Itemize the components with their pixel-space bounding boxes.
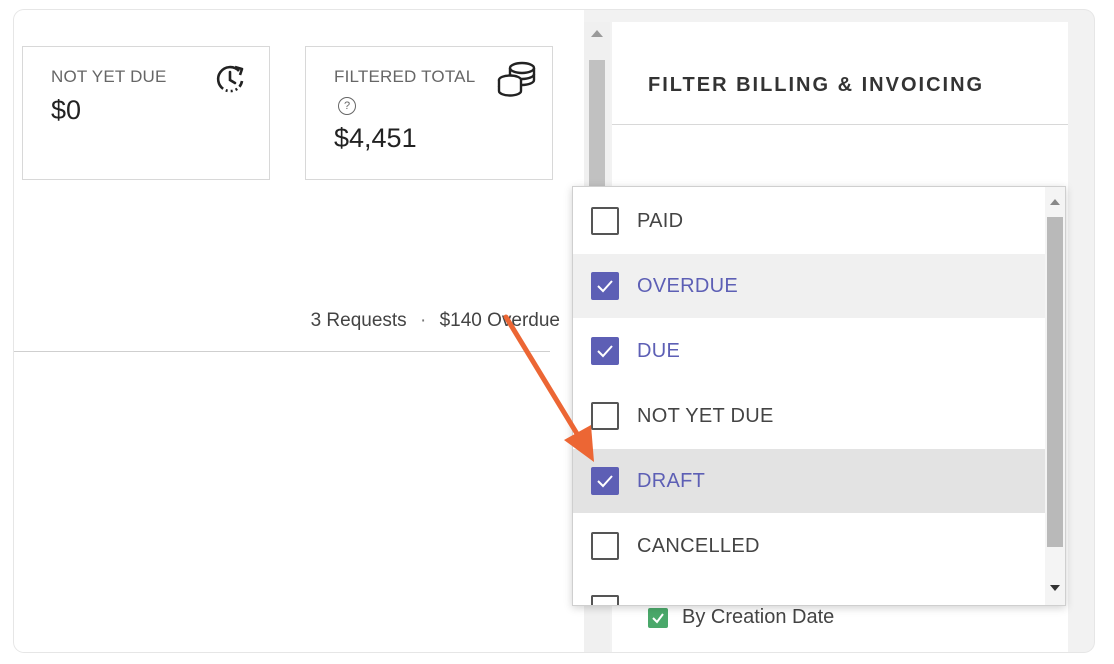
partial-checkbox-icon <box>591 595 619 605</box>
main-scrollbar-thumb[interactable] <box>589 60 605 200</box>
status-option-label: DRAFT <box>637 469 706 492</box>
checkbox-icon[interactable] <box>591 532 619 560</box>
checkbox-checked-icon[interactable] <box>591 467 619 495</box>
scroll-up-arrow-icon[interactable] <box>1050 199 1060 205</box>
checkbox-icon[interactable] <box>591 402 619 430</box>
billing-main-pane: NOT YET DUE $0 FILTERED TOTAL ? $4,451 3… <box>14 10 584 652</box>
checkbox-icon[interactable] <box>591 207 619 235</box>
status-option-paid[interactable]: PAID <box>573 189 1045 253</box>
status-option-label: OVERDUE <box>637 274 739 297</box>
overdue-amount: $140 Overdue <box>439 310 560 331</box>
filtered-total-label: FILTERED TOTAL <box>334 67 476 86</box>
checkbox-checked-icon[interactable] <box>591 272 619 300</box>
filter-panel-divider <box>612 124 1068 125</box>
status-filter-dropdown[interactable]: PAID OVERDUE DUE NOT YET DUE DRAFT CANCE… <box>572 186 1066 606</box>
filtered-total-value: $4,451 <box>334 123 417 153</box>
help-icon[interactable]: ? <box>338 97 356 115</box>
billing-summary: 3 Requests · $140 Overdue <box>311 310 560 332</box>
dropdown-scrollbar[interactable] <box>1045 187 1065 605</box>
status-option-label: NOT YET DUE <box>637 404 774 427</box>
status-option-draft[interactable]: DRAFT <box>573 449 1045 513</box>
by-creation-date-option[interactable]: By Creation Date <box>648 606 834 629</box>
status-option-label: DUE <box>637 339 681 362</box>
by-creation-date-label: By Creation Date <box>682 606 835 628</box>
requests-count: 3 Requests <box>310 310 407 331</box>
status-option-label: PAID <box>637 209 684 232</box>
filter-panel-title: FILTER BILLING & INVOICING <box>648 74 985 96</box>
dropdown-scrollbar-thumb[interactable] <box>1047 217 1063 547</box>
scroll-up-arrow-icon[interactable] <box>591 30 603 37</box>
status-option-cancelled[interactable]: CANCELLED <box>573 514 1045 578</box>
summary-divider <box>14 351 550 352</box>
coins-stack-icon <box>496 59 538 104</box>
app-frame: NOT YET DUE $0 FILTERED TOTAL ? $4,451 3… <box>14 10 1094 652</box>
status-option-label: CANCELLED <box>637 534 760 557</box>
scroll-down-arrow-icon[interactable] <box>1050 585 1060 591</box>
not-yet-due-label: NOT YET DUE <box>51 67 167 86</box>
clock-rotate-icon <box>213 61 249 102</box>
checkbox-checked-icon[interactable] <box>591 337 619 365</box>
not-yet-due-value: $0 <box>51 95 82 125</box>
checkbox-checked-icon[interactable] <box>648 607 668 628</box>
summary-separator: · <box>419 310 427 331</box>
status-option-not-yet-due[interactable]: NOT YET DUE <box>573 384 1045 448</box>
status-option-overdue[interactable]: OVERDUE <box>573 254 1045 318</box>
filtered-total-card[interactable]: FILTERED TOTAL ? $4,451 <box>305 46 553 180</box>
not-yet-due-card[interactable]: NOT YET DUE $0 <box>22 46 270 180</box>
status-option-due[interactable]: DUE <box>573 319 1045 383</box>
